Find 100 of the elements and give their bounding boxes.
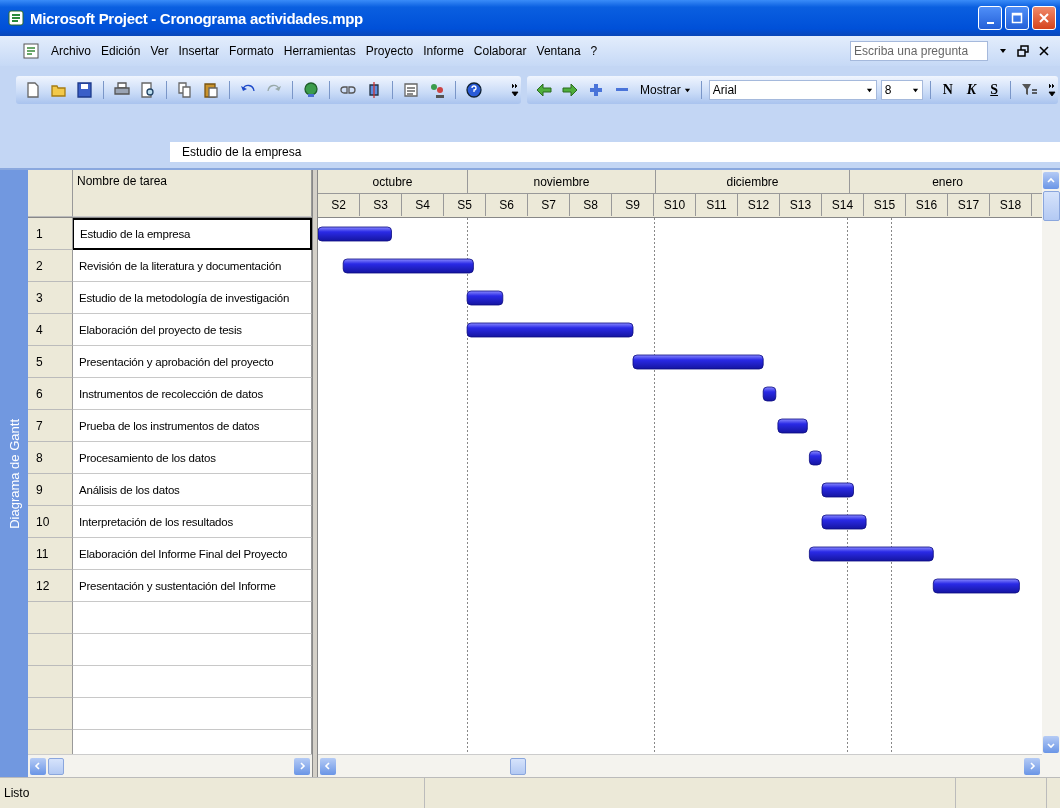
help-icon[interactable] xyxy=(465,81,483,99)
week-label: S13 xyxy=(780,194,822,216)
week-label: S5 xyxy=(444,194,486,216)
menu-item[interactable]: Herramientas xyxy=(278,42,361,60)
restore-icon[interactable] xyxy=(1017,45,1029,57)
save-icon[interactable] xyxy=(76,81,94,99)
scroll-left-button[interactable] xyxy=(320,757,336,775)
underline-button[interactable]: S xyxy=(985,82,1003,98)
row-number[interactable]: 5 xyxy=(28,346,73,378)
week-label: S12 xyxy=(738,194,780,216)
left-arrow-icon[interactable] xyxy=(535,81,554,99)
week-label: S14 xyxy=(822,194,864,216)
scroll-down-button[interactable] xyxy=(1043,736,1059,753)
bold-button[interactable]: N xyxy=(937,82,958,98)
menu-item[interactable]: Insertar xyxy=(173,42,225,60)
row-number[interactable]: 1 xyxy=(28,218,73,250)
task-bar[interactable] xyxy=(632,354,764,370)
week-label: S17 xyxy=(948,194,990,216)
close-button[interactable] xyxy=(1032,6,1056,30)
task-bar[interactable] xyxy=(762,386,777,402)
toolbar-options-icon[interactable] xyxy=(1048,82,1056,98)
task-bar[interactable] xyxy=(809,450,822,466)
menu-item[interactable]: Archivo xyxy=(46,42,96,60)
scroll-thumb[interactable] xyxy=(1042,191,1060,221)
left-chevron-icon xyxy=(34,762,42,770)
down-chevron-icon xyxy=(1047,740,1055,749)
row-number[interactable]: 12 xyxy=(28,570,73,602)
row-number[interactable]: 9 xyxy=(28,474,73,506)
row-number[interactable]: 11 xyxy=(28,538,73,570)
entry-field[interactable]: Estudio de la empresa xyxy=(170,142,1060,162)
menu-item[interactable]: Ventana xyxy=(531,42,586,60)
week-label: S16 xyxy=(906,194,948,216)
task-bar[interactable] xyxy=(466,322,634,338)
help-search-field[interactable]: Escriba una pregunta xyxy=(850,41,988,61)
column-header[interactable]: Nombre de tarea xyxy=(73,170,312,217)
close-icon[interactable] xyxy=(1039,46,1049,56)
row-number[interactable]: 2 xyxy=(28,250,73,282)
horizontal-scrollbar[interactable] xyxy=(28,754,312,777)
up-chevron-icon xyxy=(1047,176,1055,185)
new-file-icon[interactable] xyxy=(24,81,42,99)
week-label: S2 xyxy=(318,194,360,216)
font-size-dropdown[interactable]: 8 xyxy=(880,80,923,100)
scroll-right-button[interactable] xyxy=(294,757,310,775)
task-bar[interactable] xyxy=(932,578,1020,594)
scroll-thumb[interactable] xyxy=(48,757,64,775)
right-arrow-icon[interactable] xyxy=(561,81,580,99)
menu-item[interactable]: Ver xyxy=(145,42,174,60)
scroll-thumb[interactable] xyxy=(510,757,526,775)
right-chevron-icon xyxy=(1028,762,1036,770)
week-label: S7 xyxy=(528,194,570,216)
scroll-left-button[interactable] xyxy=(30,757,46,775)
minimize-icon xyxy=(986,21,994,24)
task-bar[interactable] xyxy=(318,226,392,242)
task-bar[interactable] xyxy=(777,418,808,434)
week-label: S3 xyxy=(360,194,402,216)
week-label: S6 xyxy=(486,194,528,216)
scroll-up-button[interactable] xyxy=(1043,172,1059,189)
notes-icon[interactable] xyxy=(402,81,420,99)
maximize-button[interactable] xyxy=(1005,6,1029,30)
menu-item[interactable]: Colaborar xyxy=(468,42,532,60)
task-bar[interactable] xyxy=(821,482,854,498)
caret-icon xyxy=(683,86,691,94)
print-preview-icon[interactable] xyxy=(139,81,157,99)
week-label: S10 xyxy=(654,194,696,216)
status-text: Listo xyxy=(0,778,425,808)
menu-item[interactable]: Formato xyxy=(224,42,279,60)
menu-item[interactable]: Informe xyxy=(418,42,469,60)
menu-item[interactable]: ? xyxy=(585,42,603,60)
vertical-scrollbar[interactable] xyxy=(1042,170,1060,777)
window-title: Microsoft Project - Cronograma actividades.mpp xyxy=(30,9,363,27)
task-name-cell[interactable]: Estudio de la empresa xyxy=(73,218,312,250)
caret-icon xyxy=(865,86,873,94)
task-bar[interactable] xyxy=(466,290,504,306)
show-dropdown-button[interactable]: Mostrar xyxy=(637,83,694,97)
row-number[interactable]: 7 xyxy=(28,410,73,442)
copy-icon[interactable] xyxy=(176,81,194,99)
week-label: S18 xyxy=(990,194,1032,216)
globe-icon[interactable] xyxy=(302,81,320,99)
row-number[interactable]: 8 xyxy=(28,442,73,474)
toolbar-options-icon[interactable] xyxy=(511,82,520,98)
task-bar[interactable] xyxy=(821,514,867,530)
right-chevron-icon xyxy=(298,762,306,770)
week-label: S11 xyxy=(696,194,738,216)
horizontal-scrollbar[interactable] xyxy=(318,754,1042,777)
row-number[interactable]: 10 xyxy=(28,506,73,538)
menu-item[interactable]: Proyecto xyxy=(360,42,419,60)
menu-item[interactable]: Edición xyxy=(96,42,146,60)
task-bar[interactable] xyxy=(342,258,474,274)
minimize-button[interactable] xyxy=(978,6,1002,30)
italic-button[interactable]: K xyxy=(961,82,982,98)
row-number[interactable]: 3 xyxy=(28,282,73,314)
font-dropdown[interactable]: Arial xyxy=(708,80,877,100)
people-icon[interactable] xyxy=(428,81,446,99)
document-icon[interactable] xyxy=(22,42,40,60)
paste-icon[interactable] xyxy=(202,81,220,99)
caret-icon[interactable] xyxy=(999,47,1007,55)
month-label: noviembre xyxy=(468,170,656,193)
scroll-right-button[interactable] xyxy=(1024,757,1040,775)
row-number[interactable]: 6 xyxy=(28,378,73,410)
row-number[interactable]: 4 xyxy=(28,314,73,346)
